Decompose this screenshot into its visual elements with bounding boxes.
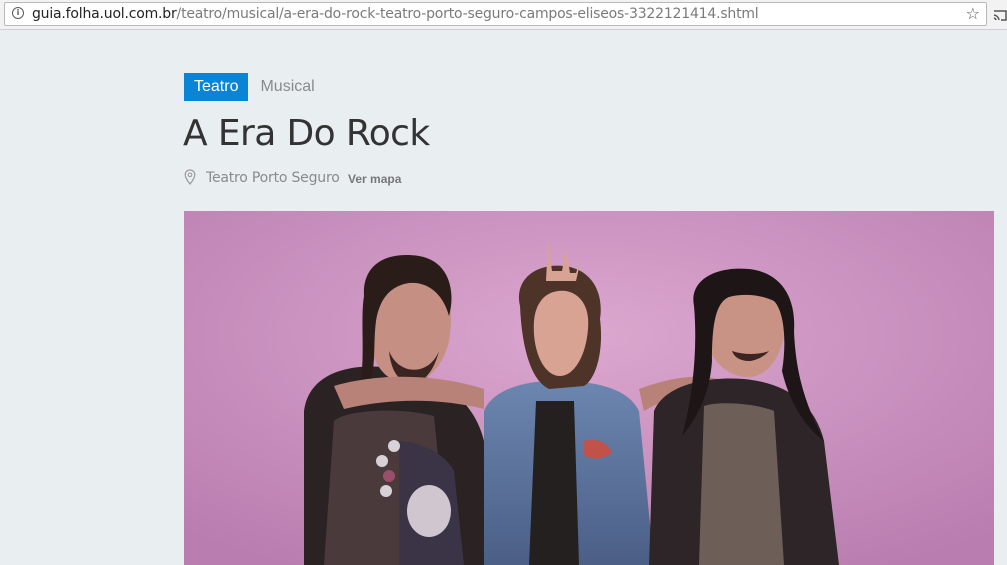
info-icon[interactable]: i: [12, 7, 24, 19]
url-field[interactable]: i guia.folha.uol.com.br/teatro/musical/a…: [4, 2, 987, 26]
category-tags: Teatro Musical: [184, 73, 315, 101]
view-map-link[interactable]: Ver mapa: [348, 172, 401, 186]
event-photo: [184, 211, 994, 565]
url-host: guia.folha.uol.com.br: [32, 6, 177, 22]
page-title: A Era Do Rock: [183, 113, 430, 154]
map-pin-icon: [184, 169, 196, 185]
browser-address-bar: i guia.folha.uol.com.br/teatro/musical/a…: [0, 0, 1007, 30]
star-icon[interactable]: ☆: [966, 4, 980, 23]
tag-teatro[interactable]: Teatro: [184, 73, 249, 101]
url-text[interactable]: guia.folha.uol.com.br/teatro/musical/a-e…: [32, 6, 759, 22]
event-photo-image: [184, 211, 994, 565]
cast-icon[interactable]: [993, 8, 1007, 22]
tag-musical[interactable]: Musical: [248, 73, 314, 101]
url-path: /teatro/musical/a-era-do-rock-teatro-por…: [176, 6, 759, 22]
venue-name[interactable]: Teatro Porto Seguro: [206, 170, 340, 186]
